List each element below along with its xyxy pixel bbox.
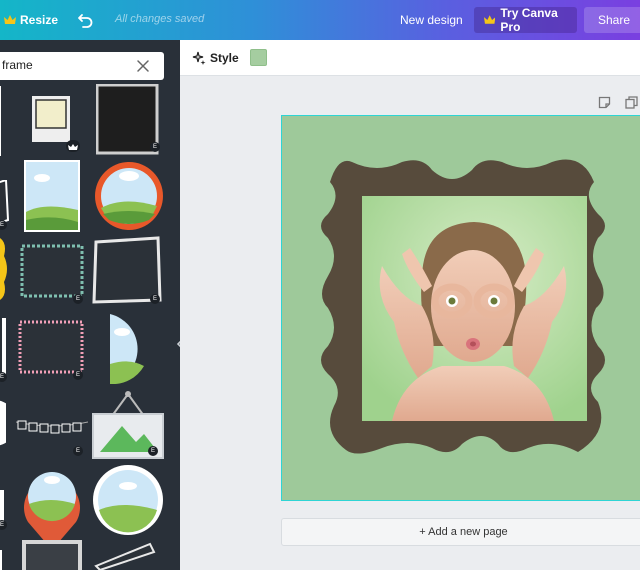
frame-thumbnail[interactable] — [0, 236, 10, 302]
frame-thumbnail[interactable] — [0, 400, 17, 446]
chevron-left-icon — [176, 340, 180, 348]
woman-goggle-hands-photo — [362, 196, 587, 421]
save-status: All changes saved — [115, 13, 205, 25]
frame-thumbnail[interactable] — [22, 540, 82, 570]
badge-e-icon: E — [0, 520, 7, 530]
share-button[interactable]: Share — [584, 7, 640, 33]
frame-thumbnail[interactable] — [0, 550, 6, 570]
crown-badge-icon — [66, 140, 80, 152]
design-canvas[interactable] — [281, 115, 640, 501]
style-button[interactable]: Style — [192, 48, 239, 68]
badge-e-icon: E — [73, 446, 83, 456]
try-canva-pro-button[interactable]: Try Canva Pro — [474, 6, 577, 34]
frame-thumbnail[interactable] — [0, 318, 10, 374]
badge-e-icon: E — [150, 294, 160, 304]
editor-toolbar: Style — [180, 40, 640, 76]
resize-button[interactable]: Resize — [0, 9, 64, 31]
page-actions — [598, 96, 638, 109]
frame-thumbnail[interactable] — [0, 490, 8, 522]
duplicate-page-icon[interactable] — [625, 96, 638, 109]
sparkle-icon — [192, 51, 206, 65]
badge-e-icon: E — [73, 370, 83, 380]
close-icon[interactable] — [136, 59, 150, 73]
frame-thumbnail[interactable] — [92, 464, 164, 536]
badge-e-icon: E — [150, 142, 160, 152]
elements-panel: E E E E E — [0, 40, 180, 570]
new-design-button[interactable]: New design — [392, 7, 471, 33]
frame-thumbnail[interactable] — [93, 160, 165, 232]
note-icon[interactable] — [598, 96, 611, 109]
badge-e-icon: E — [73, 294, 83, 304]
badge-e-icon: E — [148, 446, 158, 456]
search-box — [0, 52, 164, 80]
collapse-panel-button[interactable] — [172, 316, 180, 372]
frame-thumbnail[interactable] — [92, 540, 164, 570]
search-input[interactable] — [2, 58, 122, 72]
badge-e-icon: E — [0, 220, 7, 230]
frame-thumbnail[interactable] — [15, 416, 89, 436]
try-canva-pro-label: Try Canva Pro — [500, 6, 558, 34]
resize-label: Resize — [20, 13, 59, 27]
top-bar: Resize All changes saved New design Try … — [0, 0, 640, 40]
crown-icon — [484, 15, 496, 24]
crown-icon — [4, 15, 16, 24]
badge-e-icon: E — [0, 372, 7, 382]
color-swatch[interactable] — [250, 49, 267, 66]
style-label: Style — [210, 51, 239, 65]
undo-icon[interactable] — [76, 10, 96, 30]
frame-thumbnail[interactable] — [20, 244, 84, 298]
frame-thumbnail[interactable] — [18, 320, 84, 374]
frame-thumbnail[interactable] — [110, 314, 148, 385]
frame-thumbnail[interactable] — [24, 160, 80, 232]
add-page-button[interactable]: + Add a new page — [281, 518, 640, 546]
frame-thumbnail[interactable] — [0, 86, 2, 156]
frame-thumbnail[interactable] — [32, 96, 72, 142]
ornate-frame-element[interactable] — [282, 116, 640, 501]
